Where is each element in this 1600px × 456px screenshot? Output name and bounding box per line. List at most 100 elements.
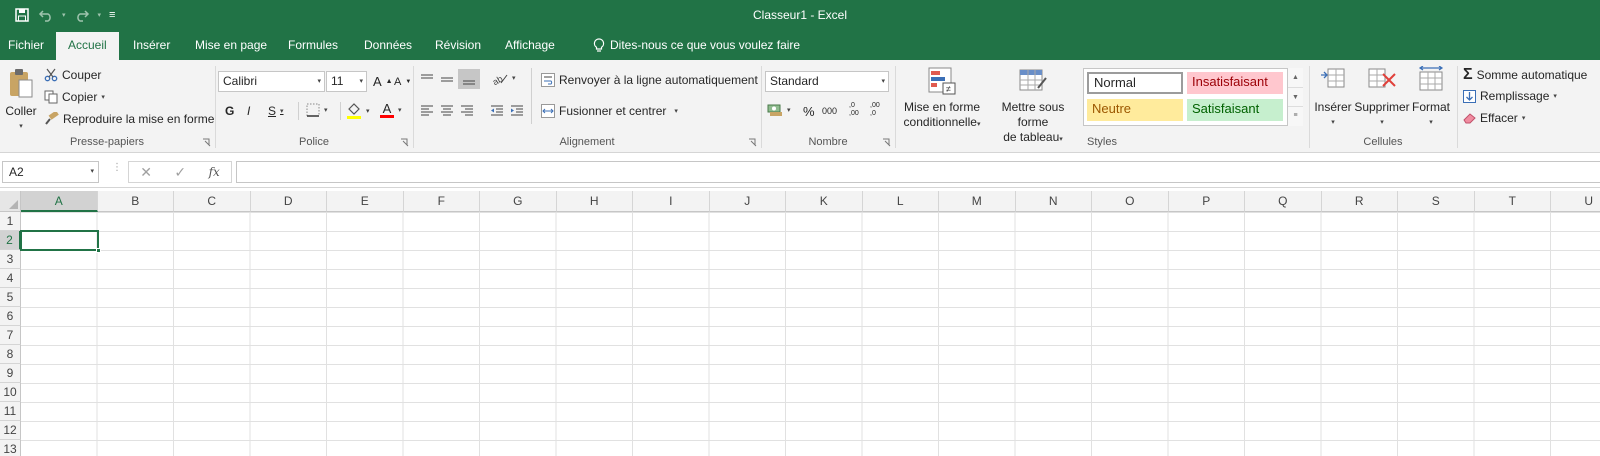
- bold-button[interactable]: G: [225, 104, 234, 118]
- row-header-1[interactable]: 1: [0, 212, 21, 231]
- row-header-9[interactable]: 9: [0, 364, 21, 383]
- decrease-indent-button[interactable]: [490, 105, 504, 117]
- column-header-r[interactable]: R: [1321, 191, 1398, 212]
- select-all-button[interactable]: [0, 191, 21, 212]
- dialog-launcher-icon[interactable]: [400, 138, 409, 147]
- row-header-5[interactable]: 5: [0, 288, 21, 307]
- autosum-button[interactable]: Σ Somme automatique: [1463, 66, 1587, 84]
- row-header-13[interactable]: 13: [0, 440, 21, 456]
- merge-center-button[interactable]: Fusionner et centrer ▾: [541, 104, 678, 118]
- cut-button[interactable]: Couper: [44, 68, 101, 82]
- insert-function-icon[interactable]: fx: [209, 165, 220, 179]
- currency-button[interactable]: ▾: [767, 103, 791, 117]
- tab-affichage[interactable]: Affichage: [505, 31, 555, 60]
- column-header-b[interactable]: B: [97, 191, 174, 212]
- align-right-button[interactable]: [460, 105, 474, 117]
- insert-cells-button[interactable]: Insérer ▾: [1312, 66, 1354, 130]
- italic-button[interactable]: I: [247, 104, 250, 118]
- column-header-t[interactable]: T: [1474, 191, 1551, 212]
- row-header-4[interactable]: 4: [0, 269, 21, 288]
- column-header-u[interactable]: U: [1551, 191, 1600, 212]
- column-header-n[interactable]: N: [1015, 191, 1092, 212]
- row-header-11[interactable]: 11: [0, 402, 21, 421]
- column-header-a[interactable]: A: [21, 191, 98, 212]
- font-color-button[interactable]: A ▾: [380, 102, 402, 118]
- cancel-icon[interactable]: ✕: [140, 164, 152, 181]
- orientation-button[interactable]: ab ▾: [492, 71, 516, 85]
- column-header-g[interactable]: G: [480, 191, 557, 212]
- wrap-text-button[interactable]: Renvoyer à la ligne automatiquement: [541, 73, 758, 87]
- delete-cells-button[interactable]: Supprimer ▾: [1354, 66, 1410, 130]
- style-neutre[interactable]: Neutre: [1087, 99, 1183, 121]
- column-header-q[interactable]: Q: [1245, 191, 1322, 212]
- conditional-formatting-button[interactable]: ≠ Mise en forme conditionnelle▾: [900, 66, 984, 132]
- row-header-3[interactable]: 3: [0, 250, 21, 269]
- chevron-down-icon[interactable]: ▾: [90, 162, 94, 182]
- column-header-k[interactable]: K: [786, 191, 863, 212]
- column-header-m[interactable]: M: [939, 191, 1016, 212]
- dialog-launcher-icon[interactable]: [202, 138, 211, 147]
- column-header-d[interactable]: D: [250, 191, 327, 212]
- tab-mise-en-page[interactable]: Mise en page: [195, 31, 267, 60]
- copy-button[interactable]: Copier ▾: [44, 90, 105, 104]
- clear-button[interactable]: Effacer ▾: [1463, 111, 1525, 125]
- row-header-7[interactable]: 7: [0, 326, 21, 345]
- column-header-p[interactable]: P: [1168, 191, 1245, 212]
- tell-me-box[interactable]: Dites-nous ce que vous voulez faire: [593, 31, 800, 60]
- formula-input[interactable]: [236, 161, 1600, 183]
- column-header-h[interactable]: H: [556, 191, 633, 212]
- fill-button[interactable]: Remplissage ▾: [1463, 89, 1557, 103]
- column-header-e[interactable]: E: [327, 191, 404, 212]
- cell-area[interactable]: [21, 212, 1600, 456]
- dialog-launcher-icon[interactable]: [882, 138, 891, 147]
- dialog-launcher-icon[interactable]: [748, 138, 757, 147]
- align-left-button[interactable]: [420, 105, 434, 117]
- fill-handle[interactable]: [96, 248, 101, 253]
- style-normal[interactable]: Normal: [1087, 72, 1183, 94]
- style-insatisfaisant[interactable]: Insatisfaisant: [1187, 72, 1283, 94]
- paste-button[interactable]: Coller ▾: [4, 68, 38, 134]
- borders-button[interactable]: ▾: [306, 103, 328, 117]
- thousands-button[interactable]: 000: [822, 106, 837, 116]
- column-header-o[interactable]: O: [1092, 191, 1169, 212]
- number-format-combo[interactable]: Standard ▾: [765, 71, 889, 92]
- gallery-scrollbar[interactable]: ▲ ▼ ≡: [1287, 68, 1303, 126]
- row-header-6[interactable]: 6: [0, 307, 21, 326]
- tab-revision[interactable]: Révision: [435, 31, 481, 60]
- name-box[interactable]: A2 ▾: [2, 161, 99, 183]
- percent-button[interactable]: %: [803, 104, 815, 119]
- row-header-10[interactable]: 10: [0, 383, 21, 402]
- style-satisfaisant[interactable]: Satisfaisant: [1187, 99, 1283, 121]
- format-as-table-button[interactable]: Mettre sous forme de tableau▾: [985, 66, 1081, 147]
- enter-icon[interactable]: ✓: [174, 164, 186, 181]
- format-painter-button[interactable]: Reproduire la mise en forme: [44, 112, 214, 126]
- align-middle-button[interactable]: [440, 72, 454, 86]
- fill-color-button[interactable]: ▾: [346, 102, 370, 119]
- underline-button[interactable]: S ▾: [268, 104, 284, 118]
- font-size-combo[interactable]: 11 ▾: [326, 71, 367, 92]
- scroll-down-icon[interactable]: ▼: [1288, 87, 1303, 106]
- increase-indent-button[interactable]: [510, 105, 524, 117]
- align-top-button[interactable]: [420, 72, 434, 86]
- row-header-12[interactable]: 12: [0, 421, 21, 440]
- column-header-j[interactable]: J: [709, 191, 786, 212]
- tab-formules[interactable]: Formules: [288, 31, 338, 60]
- decrease-decimal-button[interactable]: ,00 ,0: [870, 102, 880, 118]
- column-header-s[interactable]: S: [1398, 191, 1475, 212]
- tab-inserer[interactable]: Insérer: [133, 31, 170, 60]
- tab-accueil[interactable]: Accueil: [56, 32, 119, 60]
- column-header-l[interactable]: L: [862, 191, 939, 212]
- formula-bar-resize-handle[interactable]: ⋮: [112, 163, 122, 173]
- grow-font-button[interactable]: A ▲: [373, 74, 393, 89]
- paste-dropdown-icon[interactable]: ▾: [4, 119, 38, 134]
- column-header-f[interactable]: F: [403, 191, 480, 212]
- scroll-up-icon[interactable]: ▲: [1288, 68, 1303, 87]
- increase-decimal-button[interactable]: ,0 ,00: [849, 102, 859, 118]
- column-header-i[interactable]: I: [633, 191, 710, 212]
- format-cells-button[interactable]: Format ▾: [1410, 65, 1452, 130]
- tab-fichier[interactable]: Fichier: [8, 31, 44, 60]
- gallery-more-icon[interactable]: ≡: [1288, 106, 1303, 124]
- align-center-button[interactable]: [440, 105, 454, 117]
- tab-donnees[interactable]: Données: [364, 31, 412, 60]
- align-bottom-button[interactable]: [458, 69, 480, 89]
